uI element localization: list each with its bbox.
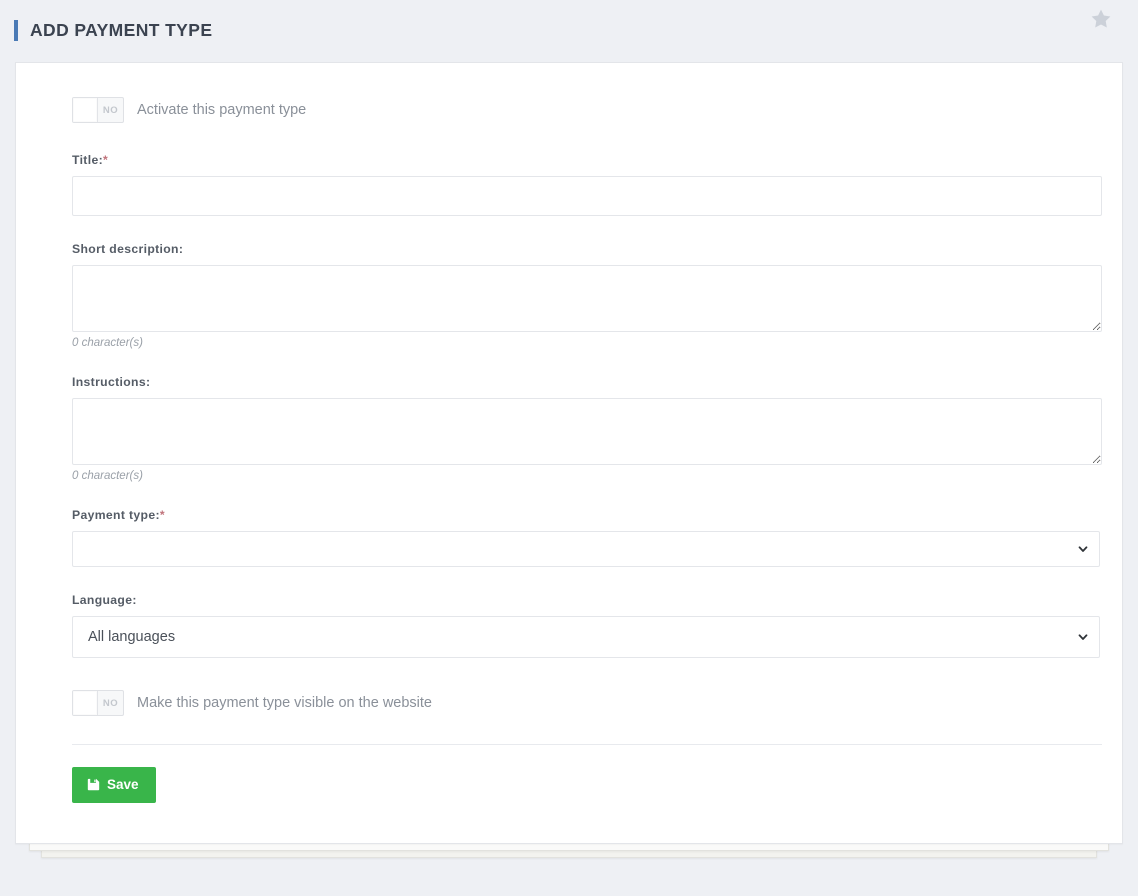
- activate-toggle-state: NO: [102, 104, 119, 116]
- visible-toggle-state: NO: [102, 697, 119, 709]
- short-description-field-group: Short description: 0 character(s): [72, 242, 1102, 349]
- language-select[interactable]: All languages: [72, 616, 1100, 658]
- form-card: NO Activate this payment type Title:* Sh…: [15, 62, 1123, 844]
- instructions-label: Instructions:: [72, 375, 151, 389]
- visible-toggle-row: NO Make this payment type visible on the…: [72, 690, 1070, 716]
- title-required-mark: *: [103, 153, 109, 167]
- language-field-group: Language: All languages: [72, 593, 1100, 658]
- payment-type-select-wrap: [72, 531, 1100, 567]
- activate-toggle-label: Activate this payment type: [137, 101, 307, 118]
- payment-type-required-mark: *: [159, 508, 165, 522]
- instructions-char-count: 0 character(s): [72, 470, 143, 482]
- activate-toggle[interactable]: NO: [72, 97, 124, 123]
- instructions-field-group: Instructions: 0 character(s): [72, 375, 1102, 482]
- form-card-body: NO Activate this payment type Title:* Sh…: [16, 63, 1122, 843]
- payment-type-label-text: Payment type:: [72, 508, 160, 522]
- save-button[interactable]: Save: [72, 767, 156, 803]
- page-title: ADD PAYMENT TYPE: [30, 19, 213, 40]
- activate-toggle-row: NO Activate this payment type: [72, 97, 1070, 123]
- page-title-group: ADD PAYMENT TYPE: [14, 20, 212, 41]
- short-description-char-count: 0 character(s): [72, 337, 143, 349]
- instructions-textarea[interactable]: [72, 398, 1102, 465]
- payment-type-field-group: Payment type:*: [72, 508, 1100, 567]
- title-accent-bar: [14, 20, 18, 41]
- title-field-group: Title:*: [72, 153, 1102, 216]
- visible-toggle-label: Make this payment type visible on the we…: [137, 694, 432, 711]
- short-description-label: Short description:: [72, 242, 184, 256]
- language-select-wrap: All languages: [72, 616, 1100, 658]
- activate-toggle-knob: [73, 98, 98, 122]
- star-icon[interactable]: [1089, 7, 1113, 31]
- form-divider: [72, 744, 1102, 745]
- page-header: ADD PAYMENT TYPE: [0, 0, 1138, 62]
- payment-type-label: Payment type:*: [72, 508, 1070, 522]
- language-label: Language:: [72, 593, 137, 607]
- visible-toggle[interactable]: NO: [72, 690, 124, 716]
- card-stack: NO Activate this payment type Title:* Sh…: [15, 62, 1123, 858]
- title-label-text: Title:: [72, 153, 103, 167]
- save-button-label: Save: [107, 777, 139, 792]
- title-input[interactable]: [72, 176, 1102, 216]
- floppy-disk-icon: [87, 778, 100, 791]
- title-label: Title:*: [72, 153, 1070, 167]
- payment-type-select[interactable]: [72, 531, 1100, 567]
- visible-toggle-knob: [73, 691, 98, 715]
- short-description-textarea[interactable]: [72, 265, 1102, 332]
